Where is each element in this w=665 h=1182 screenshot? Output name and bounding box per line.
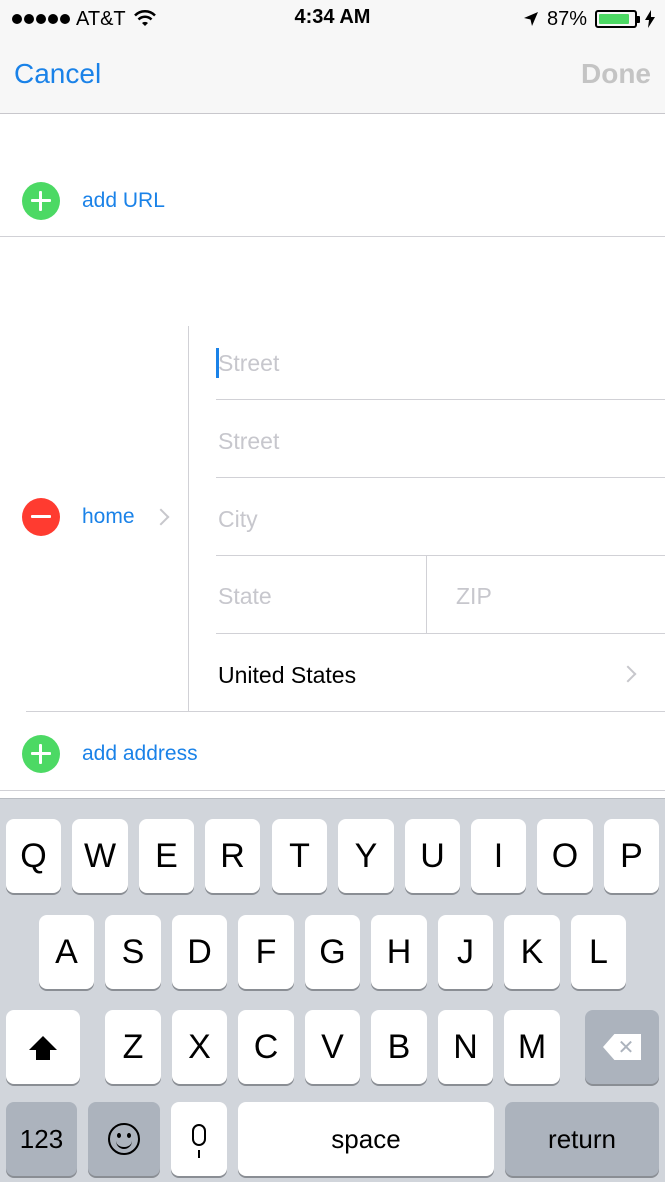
key-p[interactable]: P [604,819,659,893]
return-key[interactable]: return [505,1102,659,1176]
key-a[interactable]: A [39,915,94,989]
key-j[interactable]: J [438,915,493,989]
divider [26,711,665,712]
microphone-icon [192,1124,206,1158]
battery-percentage: 87% [546,7,587,30]
key-t[interactable]: T [272,819,327,893]
divider [0,790,665,791]
state-field[interactable]: State [218,583,272,610]
key-r[interactable]: R [205,819,260,893]
key-i[interactable]: I [471,819,526,893]
add-address-row[interactable]: add address [0,714,665,794]
add-url-label: add URL [82,189,165,212]
key-b[interactable]: B [371,1010,427,1084]
numbers-key[interactable]: 123 [6,1102,77,1176]
chevron-right-icon[interactable] [619,665,637,683]
street1-field[interactable]: Street [218,350,279,377]
add-address-label: add address [82,742,198,765]
divider [216,477,665,478]
divider [216,399,665,400]
divider [216,633,665,634]
key-n[interactable]: N [438,1010,493,1084]
keyboard: Q W E R T Y U I O P A S D F G H J K L Z … [0,798,665,1182]
dictation-key[interactable] [171,1102,227,1176]
emoji-key[interactable] [88,1102,160,1176]
space-key[interactable]: space [238,1102,494,1176]
delete-key[interactable]: ✕ [585,1010,659,1084]
key-z[interactable]: Z [105,1010,161,1084]
backspace-icon: ✕ [603,1034,641,1060]
key-f[interactable]: F [238,915,294,989]
key-e[interactable]: E [139,819,194,893]
street2-field[interactable]: Street [218,428,279,455]
key-o[interactable]: O [537,819,593,893]
key-w[interactable]: W [72,819,128,893]
key-y[interactable]: Y [338,819,394,893]
shift-key[interactable] [6,1010,80,1084]
divider [216,555,665,556]
country-field[interactable]: United States [218,662,356,689]
key-v[interactable]: V [305,1010,360,1084]
charging-bolt-icon [645,10,655,28]
key-g[interactable]: G [305,915,360,989]
battery-level-fill [599,14,629,24]
key-k[interactable]: K [504,915,560,989]
key-x[interactable]: X [172,1010,227,1084]
key-h[interactable]: H [371,915,427,989]
state-zip-divider [426,556,427,633]
key-l[interactable]: L [571,915,626,989]
address-type-label[interactable]: home [82,505,135,529]
key-q[interactable]: Q [6,819,61,893]
delete-address-icon[interactable] [22,498,60,536]
status-right: 87% [523,6,655,32]
add-icon[interactable] [22,735,60,773]
add-icon[interactable] [22,182,60,220]
shift-arrow-icon [29,1036,57,1060]
key-u[interactable]: U [405,819,460,893]
city-field[interactable]: City [218,506,258,533]
emoji-icon [108,1123,140,1155]
address-label-divider [188,326,189,712]
location-arrow-icon [523,12,538,26]
key-s[interactable]: S [105,915,161,989]
add-url-row[interactable]: add URL [0,161,665,241]
chevron-right-icon[interactable] [152,508,170,526]
key-d[interactable]: D [172,915,227,989]
done-button[interactable]: Done [581,58,651,90]
navigation-bar: Cancel Done [0,38,665,114]
key-c[interactable]: C [238,1010,294,1084]
divider [0,236,665,237]
cancel-button[interactable]: Cancel [14,58,101,90]
battery-icon [595,10,640,28]
status-bar: AT&T 4:34 AM 87% [0,0,665,38]
key-m[interactable]: M [504,1010,560,1084]
zip-field[interactable]: ZIP [456,583,492,610]
